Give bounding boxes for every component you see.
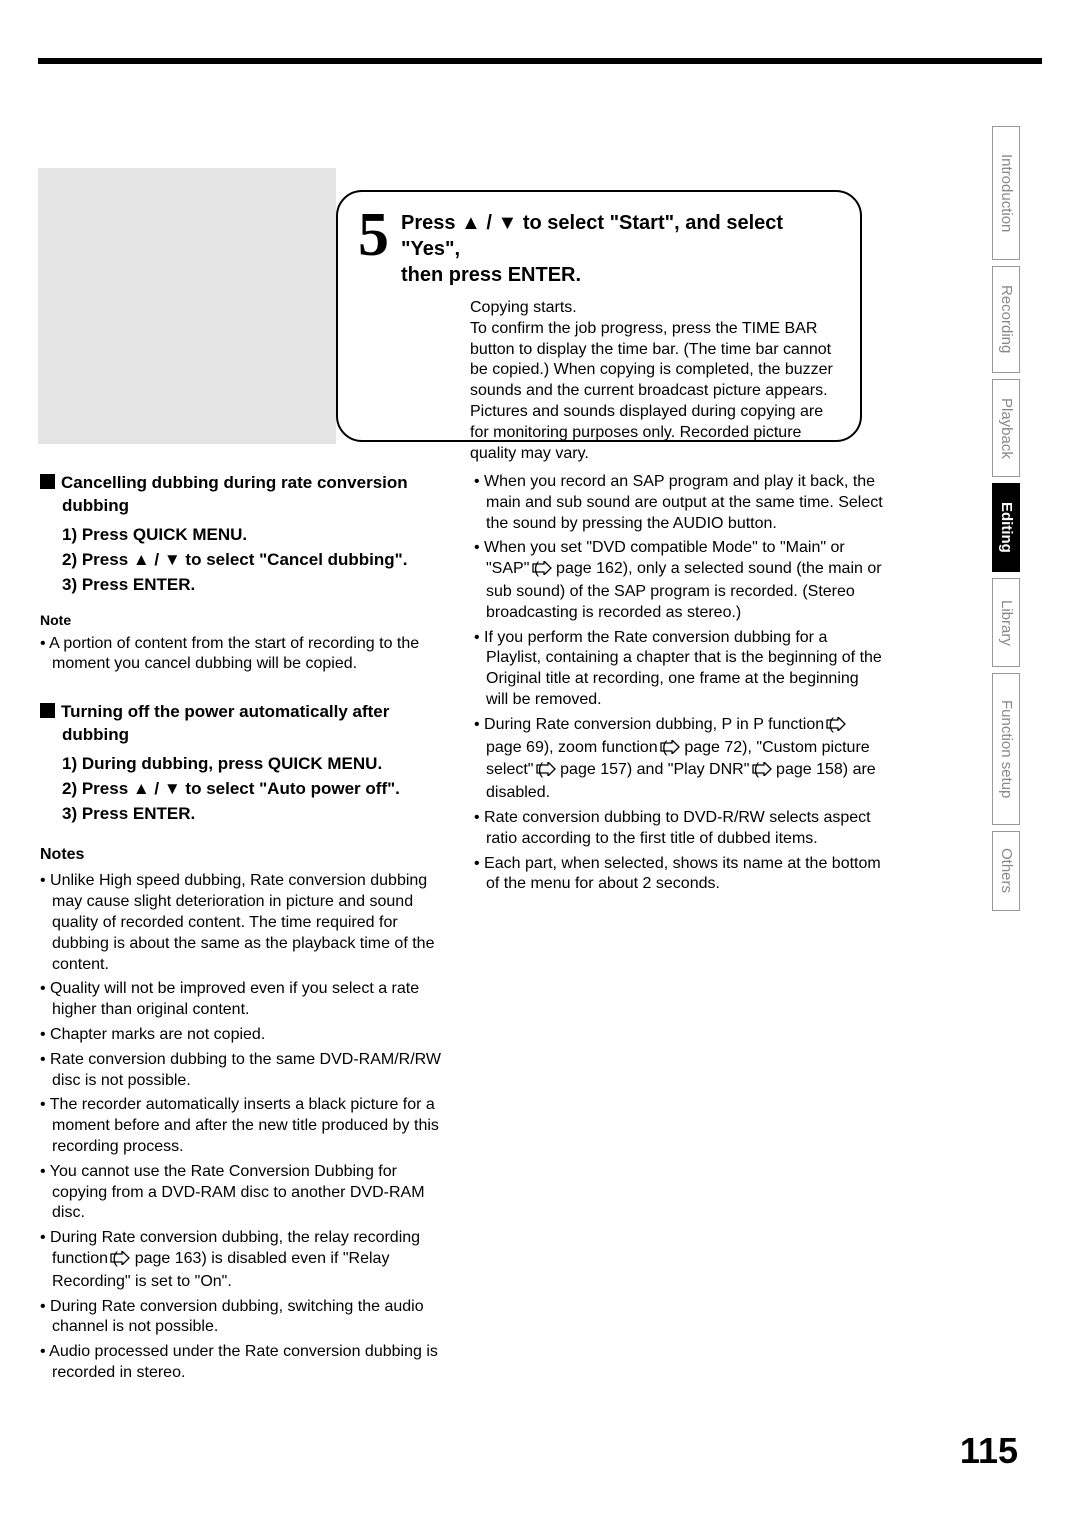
note-text: During Rate conversion dubbing, P in P f… [484,716,838,733]
right-column: When you record an SAP program and play … [474,472,884,899]
page-ref-arrow-icon [764,762,772,783]
page-top-rule [38,58,1042,64]
note-item: During Rate conversion dubbing, the rela… [52,1228,450,1292]
note-item: When you record an SAP program and play … [486,472,884,534]
side-tab-editing[interactable]: Editing [992,483,1020,572]
square-bullet-icon [40,474,55,489]
page-ref-arrow-icon [548,762,556,783]
gray-background-block [38,168,336,444]
note-item: Rate conversion dubbing to the same DVD-… [52,1050,450,1092]
section-cancelling-title: Cancelling dubbing during rate conversio… [61,473,408,515]
section-cancelling: Cancelling dubbing during rate conversio… [62,472,450,518]
cancel-step-1: 1) Press QUICK MENU. [62,524,450,547]
note-text: page 157) and "Play DNR" ( [556,761,764,778]
note-item: Each part, when selected, shows its name… [486,854,884,896]
step-title-line2: then press ENTER. [401,264,581,286]
poweroff-step-3: 3) Press ENTER. [62,803,450,826]
step-number: 5 [358,204,389,266]
left-column: Cancelling dubbing during rate conversio… [40,472,450,1388]
note-item: Unlike High speed dubbing, Rate conversi… [52,871,450,975]
cancel-step-3: 3) Press ENTER. [62,574,450,597]
page-number: 115 [960,1427,1018,1476]
note-item: During Rate conversion dubbing, switchin… [52,1297,450,1339]
side-tab-playback[interactable]: Playback [992,379,1020,477]
step-title: Press ▲ / ▼ to select "Start", and selec… [401,210,840,288]
notes-label: Notes [40,844,450,866]
note-item: When you set "DVD compatible Mode" to "M… [486,538,884,623]
page-ref-arrow-icon [544,561,552,582]
side-tabs: Introduction Recording Playback Editing Libr… [992,126,1042,917]
side-tab-introduction[interactable]: Introduction [992,126,1020,260]
note-item: Rate conversion dubbing to DVD-R/RW sele… [486,808,884,850]
note-item: During Rate conversion dubbing, P in P f… [486,715,884,804]
note-item: Audio processed under the Rate conversio… [52,1342,450,1384]
side-tab-others[interactable]: Others [992,831,1020,911]
cancel-step-2: 2) Press ▲ / ▼ to select "Cancel dubbing… [62,549,450,572]
section-poweroff: Turning off the power automatically afte… [62,701,450,747]
note-item: If you perform the Rate conversion dubbi… [486,628,884,711]
page-ref-arrow-icon [672,740,680,761]
note-label: Note [40,611,450,630]
note-item: You cannot use the Rate Conversion Dubbi… [52,1162,450,1224]
note-text: page 69), zoom function ( [486,739,672,756]
poweroff-step-2: 2) Press ▲ / ▼ to select "Auto power off… [62,778,450,801]
cancel-note: A portion of content from the start of r… [52,634,450,676]
step-5-box: 5 Press ▲ / ▼ to select "Start", and sel… [336,190,862,442]
note-item: Chapter marks are not copied. [52,1025,450,1046]
page-ref-arrow-icon [838,717,846,738]
note-item: Quality will not be improved even if you… [52,979,450,1021]
poweroff-step-1: 1) During dubbing, press QUICK MENU. [62,753,450,776]
step-body: Copying starts. To confirm the job progr… [470,298,840,464]
step-title-line1: Press ▲ / ▼ to select "Start", and selec… [401,212,783,260]
section-poweroff-title: Turning off the power automatically afte… [61,702,389,744]
side-tab-library[interactable]: Library [992,578,1020,667]
side-tab-function-setup[interactable]: Function setup [992,673,1020,825]
note-item: The recorder automatically inserts a bla… [52,1095,450,1157]
square-bullet-icon [40,703,55,718]
side-tab-recording[interactable]: Recording [992,266,1020,373]
